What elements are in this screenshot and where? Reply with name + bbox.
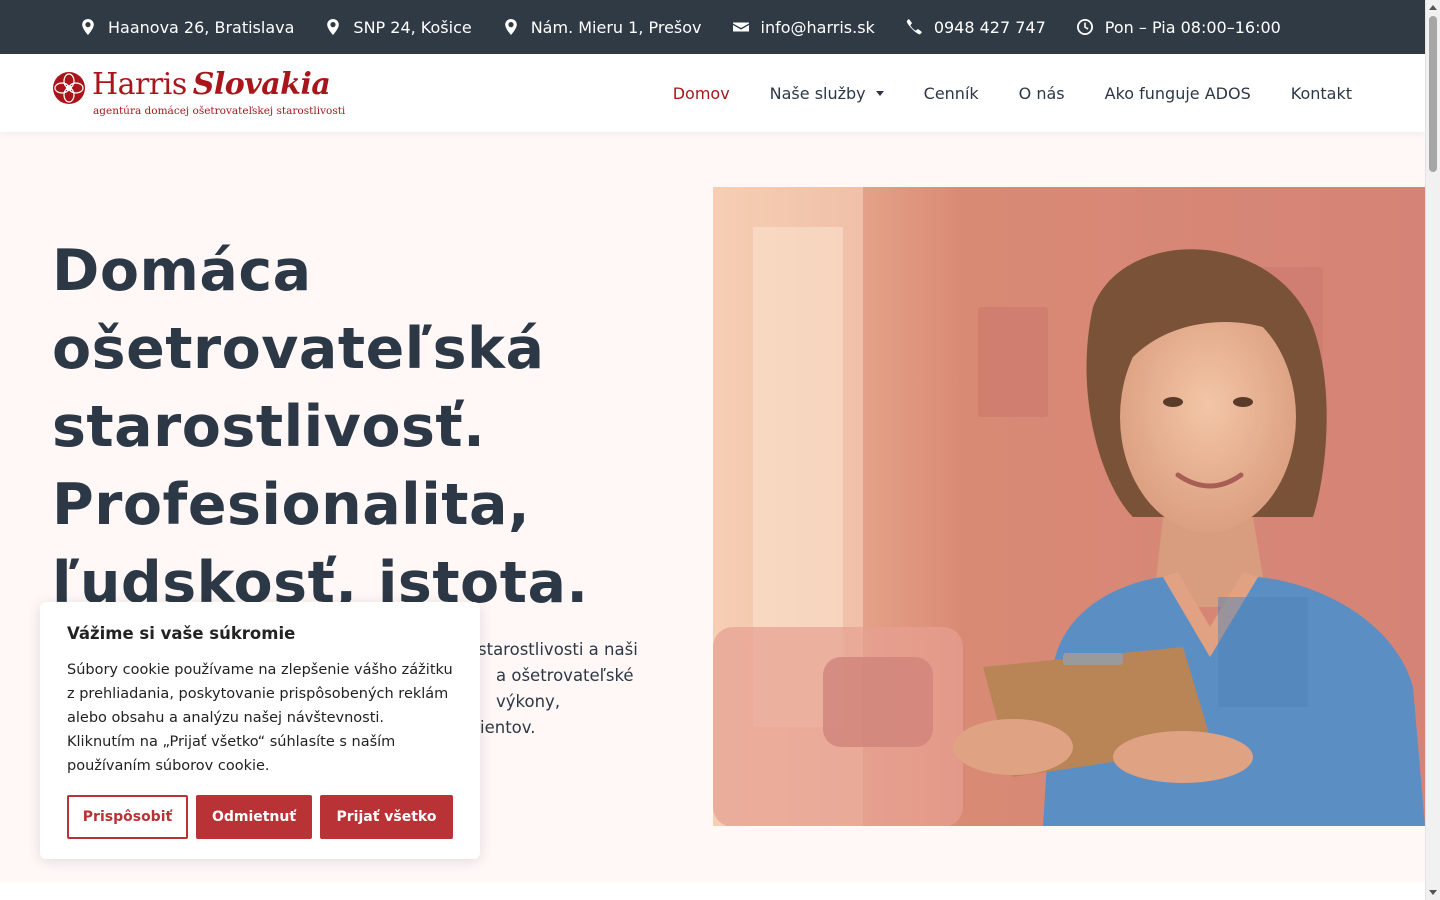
next-section-edge	[0, 882, 1425, 900]
top-info-bar: Haanova 26, Bratislava SNP 24, Košice Ná…	[0, 0, 1425, 54]
cookie-buttons: Prispôsobiť Odmietnuť Prijať všetko	[67, 795, 453, 839]
cookie-consent-dialog: Vážime si vaše súkromie Súbory cookie po…	[40, 602, 480, 859]
phone-text[interactable]: 0948 427 747	[934, 18, 1046, 37]
email-text[interactable]: info@harris.sk	[761, 18, 875, 37]
nav-menu: Domov Naše služby Cenník O nás Ako fungu…	[633, 54, 1352, 132]
customize-button[interactable]: Prispôsobiť	[67, 795, 188, 839]
hero-title-line: starostlivosť.	[52, 394, 486, 460]
nurse-illustration	[713, 187, 1425, 826]
address-kosice: SNP 24, Košice	[325, 17, 472, 37]
nav-item-kontakt[interactable]: Kontakt	[1291, 84, 1352, 103]
address-text: SNP 24, Košice	[353, 17, 472, 37]
phone-link[interactable]: 0948 427 747	[906, 18, 1046, 37]
reject-button[interactable]: Odmietnuť	[196, 795, 312, 839]
nav-item-label: Naše služby	[769, 83, 866, 103]
hero-nurse-photo	[713, 187, 1425, 826]
address-presov: Nám. Mieru 1, Prešov	[503, 18, 702, 37]
scroll-down-arrow-icon[interactable]	[1429, 890, 1437, 895]
clock-icon	[1076, 19, 1093, 35]
phone-icon	[906, 19, 922, 35]
nav-item-domov[interactable]: Domov	[673, 84, 730, 103]
main-navbar: Harris Slovakia agentúra domácej ošetrova…	[0, 54, 1425, 132]
nav-item-cennik[interactable]: Cenník	[924, 84, 979, 103]
nav-item-nase-sluzby[interactable]: Naše služby	[770, 84, 884, 103]
map-marker-icon	[327, 19, 340, 35]
map-marker-icon	[82, 19, 94, 35]
brand-tagline: agentúra domácej ošetrovateľskej starost…	[93, 105, 346, 117]
nav-item-o-nas[interactable]: O nás	[1019, 84, 1065, 103]
address-text: Nám. Mieru 1, Prešov	[530, 17, 702, 37]
chevron-down-icon	[875, 90, 884, 96]
hero-title-line: Domáca	[52, 238, 312, 304]
flower-logo-icon	[53, 72, 85, 104]
scrollbar-thumb[interactable]	[1429, 16, 1437, 172]
hero-title: Domáca ošetrovateľská starostlivosť. Pro…	[52, 232, 692, 622]
envelope-icon	[732, 22, 749, 32]
email-link[interactable]: info@harris.sk	[732, 18, 875, 37]
opening-hours: Pon – Pia 08:00–16:00	[1076, 17, 1281, 37]
hours-text: Pon – Pia 08:00–16:00	[1104, 17, 1281, 37]
scroll-up-arrow-icon[interactable]	[1429, 5, 1437, 10]
logo[interactable]: Harris Slovakia agentúra domácej ošetrova…	[52, 67, 345, 118]
hero-title-line: Profesionalita,	[52, 472, 531, 538]
brand-name-part1: Harris	[92, 67, 187, 102]
nav-item-ako-funguje-ados[interactable]: Ako funguje ADOS	[1105, 84, 1251, 103]
cookie-text: Súbory cookie používame na zlepšenie váš…	[67, 662, 453, 774]
address-bratislava: Haanova 26, Bratislava	[80, 18, 294, 37]
brand-name: Harris Slovakia	[92, 67, 331, 102]
cookie-title: Vážime si vaše súkromie	[67, 624, 296, 643]
brand-name-part2: Slovakia	[192, 67, 331, 102]
hero-title-line: ošetrovateľská	[52, 316, 545, 382]
accept-all-button[interactable]: Prijať všetko	[320, 795, 453, 839]
map-marker-icon	[504, 19, 517, 35]
page-scrollbar[interactable]	[1425, 0, 1440, 900]
address-text: Haanova 26, Bratislava	[108, 17, 295, 37]
